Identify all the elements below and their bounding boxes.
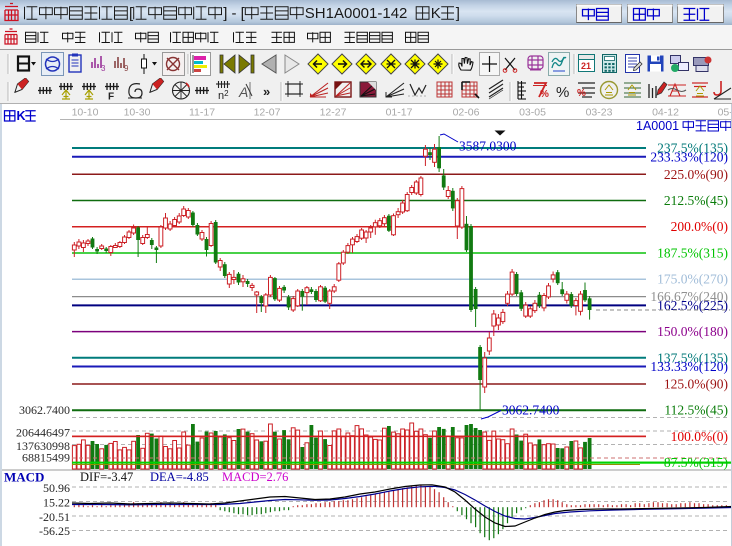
svg-text:133.33%(120): 133.33%(120) <box>650 359 728 374</box>
svg-text:112.5%(45): 112.5%(45) <box>664 403 728 418</box>
svg-text:9: 9 <box>124 64 129 73</box>
svg-text:02-06: 02-06 <box>453 107 480 119</box>
svg-text:3: 3 <box>101 64 106 73</box>
svg-text:] - [: ] - [ <box>223 5 245 22</box>
svg-text:200.0%(0): 200.0%(0) <box>671 219 728 234</box>
svg-text:n2: n2 <box>218 89 229 102</box>
svg-text:DEA=-4.85: DEA=-4.85 <box>150 470 209 484</box>
svg-text:175.0%(270): 175.0%(270) <box>657 272 728 287</box>
svg-text:50.96: 50.96 <box>43 481 70 495</box>
svg-text:MACD=2.76: MACD=2.76 <box>222 470 288 484</box>
svg-text:-20.51: -20.51 <box>39 510 70 524</box>
svg-text:DIF=-3.47: DIF=-3.47 <box>80 470 133 484</box>
svg-text:»: » <box>263 84 270 99</box>
svg-text:K: K <box>17 109 26 123</box>
svg-text:3062.7400: 3062.7400 <box>502 403 560 418</box>
svg-text:162.5%(225): 162.5%(225) <box>657 298 728 313</box>
svg-text:04-12: 04-12 <box>652 107 679 119</box>
svg-text:%: % <box>540 89 549 100</box>
svg-text:1A0001: 1A0001 <box>636 119 679 133</box>
svg-text:11-17: 11-17 <box>189 107 215 119</box>
svg-text:10-30: 10-30 <box>124 107 151 119</box>
svg-text:05-04: 05-04 <box>718 107 732 119</box>
svg-text:%: % <box>556 84 569 101</box>
svg-text:15.22: 15.22 <box>43 496 70 510</box>
svg-text:K: K <box>431 5 441 22</box>
svg-text:187.5%(315): 187.5%(315) <box>657 246 728 261</box>
svg-text:206446497: 206446497 <box>16 426 70 440</box>
svg-text:10-10: 10-10 <box>72 107 99 119</box>
svg-text:233.33%(120): 233.33%(120) <box>650 149 728 164</box>
svg-text:21: 21 <box>581 61 591 71</box>
svg-text:%: % <box>577 88 586 99</box>
svg-text:12-07: 12-07 <box>254 107 281 119</box>
svg-text:-56.25: -56.25 <box>39 524 70 538</box>
svg-text:12-27: 12-27 <box>320 107 347 119</box>
svg-text:3587.0300: 3587.0300 <box>459 139 517 154</box>
svg-text:100.0%(0): 100.0%(0) <box>671 429 728 444</box>
svg-text:225.0%(90): 225.0%(90) <box>664 167 728 182</box>
svg-text:3062.7400: 3062.7400 <box>19 403 70 417</box>
svg-text:125.0%(90): 125.0%(90) <box>664 377 728 392</box>
svg-text:212.5%(45): 212.5%(45) <box>664 193 728 208</box>
svg-text:68815499: 68815499 <box>22 451 70 465</box>
svg-text:01-17: 01-17 <box>386 107 413 119</box>
svg-text:03-23: 03-23 <box>586 107 613 119</box>
svg-text:]: ] <box>456 5 460 22</box>
svg-text:F: F <box>108 92 114 103</box>
svg-text:87.5%(315): 87.5%(315) <box>664 455 728 470</box>
svg-text:SH1A0001-142: SH1A0001-142 <box>305 5 408 22</box>
svg-text:03-05: 03-05 <box>519 107 546 119</box>
svg-text:MACD: MACD <box>4 470 44 485</box>
svg-text:150.0%(180): 150.0%(180) <box>657 324 728 339</box>
